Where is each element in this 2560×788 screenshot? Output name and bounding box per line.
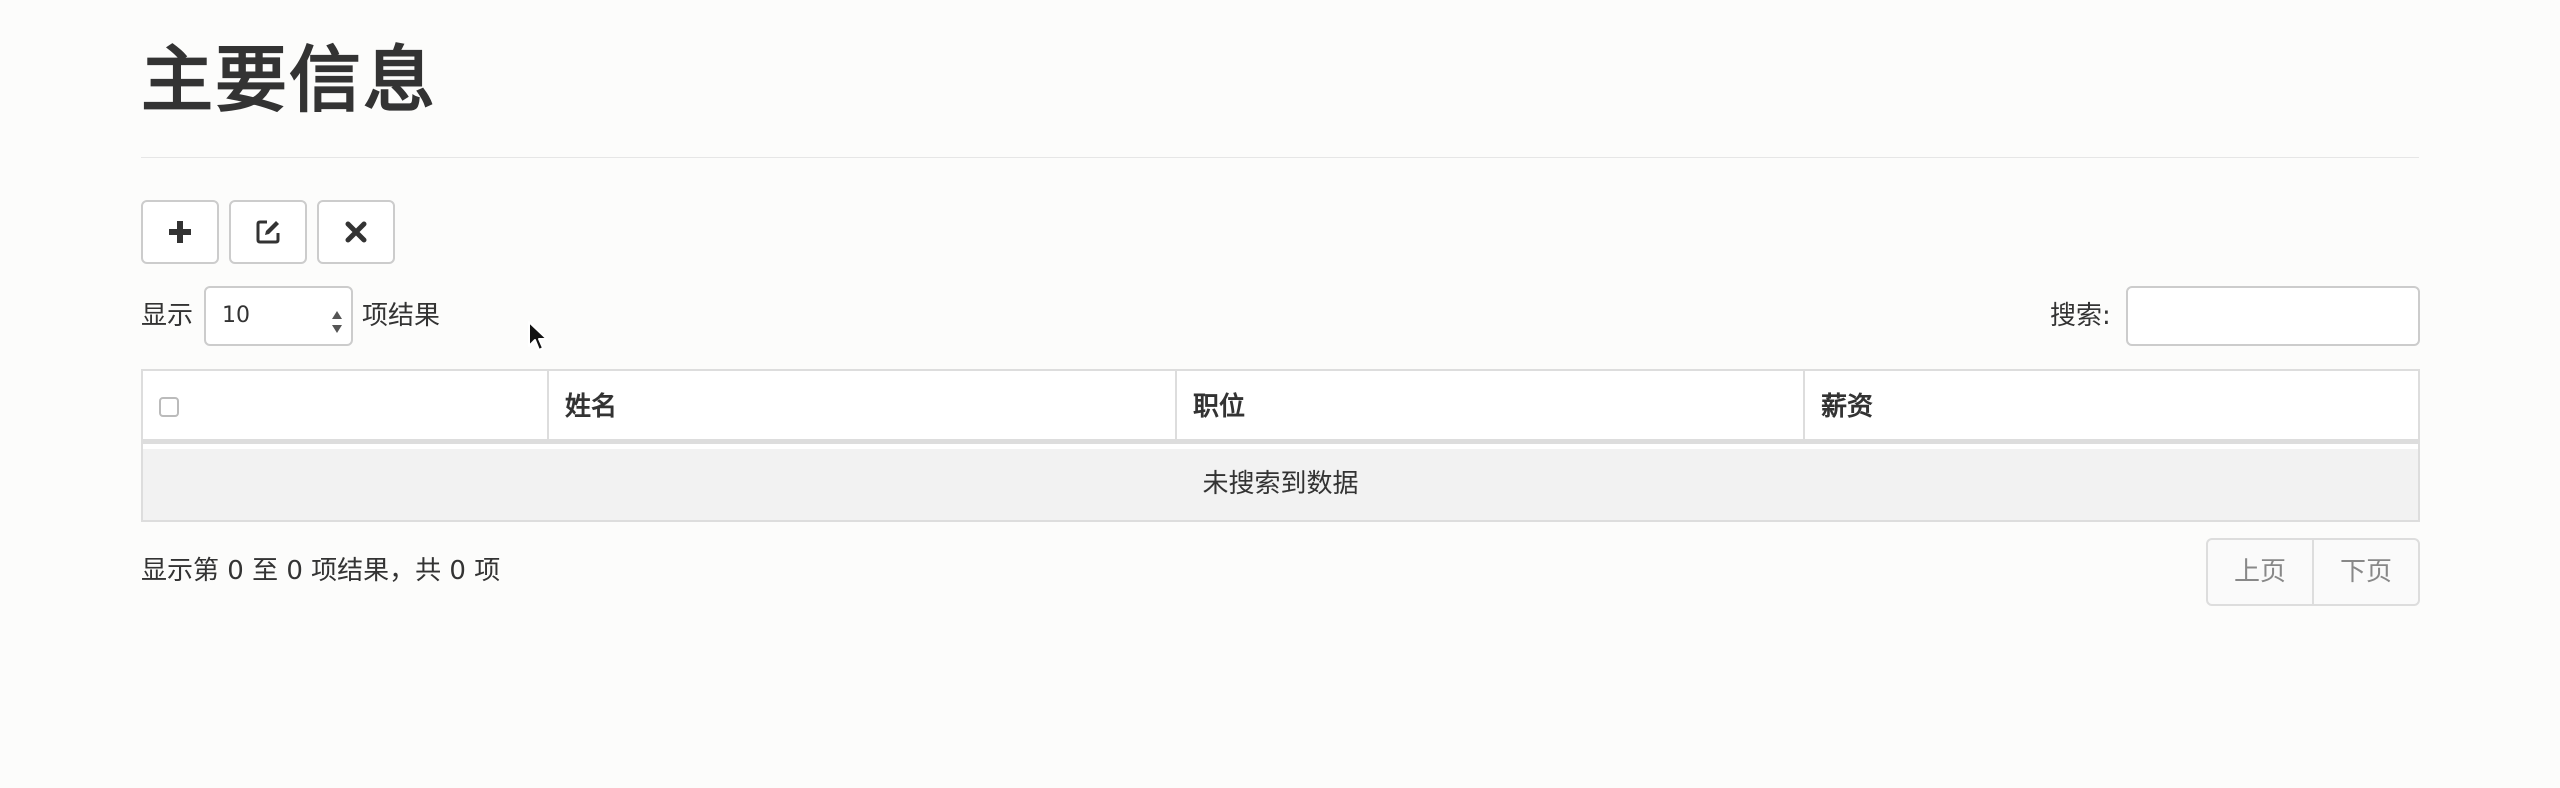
pagination: 上页 下页 <box>2206 538 2420 606</box>
page-title: 主要信息 <box>141 38 438 122</box>
length-suffix: 项结果 <box>362 301 441 331</box>
mouse-cursor-icon <box>527 320 549 358</box>
add-button[interactable] <box>141 200 219 264</box>
plus-icon <box>167 219 193 245</box>
page-length-value: 10 <box>222 303 250 328</box>
table-header-salary[interactable]: 薪资 <box>1803 371 2418 444</box>
edit-button[interactable] <box>229 200 307 264</box>
select-arrows-icon <box>331 302 343 333</box>
page-length-select[interactable]: 10 <box>204 286 353 346</box>
length-label: 显示 <box>141 301 194 331</box>
table-header-position[interactable]: 职位 <box>1175 371 1803 444</box>
close-icon <box>344 220 368 244</box>
title-divider <box>141 157 2419 158</box>
search-label: 搜索: <box>2050 301 2111 331</box>
search-input[interactable] <box>2126 286 2420 346</box>
table-info: 显示第 0 至 0 项结果，共 0 项 <box>141 556 501 586</box>
edit-icon <box>254 218 282 246</box>
table-header-name[interactable]: 姓名 <box>547 371 1175 444</box>
empty-table-message: 未搜索到数据 <box>143 449 2418 520</box>
prev-page-button[interactable]: 上页 <box>2208 540 2312 604</box>
data-table: 姓名 职位 薪资 未搜索到数据 <box>141 369 2420 522</box>
select-all-checkbox[interactable] <box>159 397 179 417</box>
delete-button[interactable] <box>317 200 395 264</box>
table-header-select <box>143 371 547 444</box>
next-page-button[interactable]: 下页 <box>2312 540 2418 604</box>
